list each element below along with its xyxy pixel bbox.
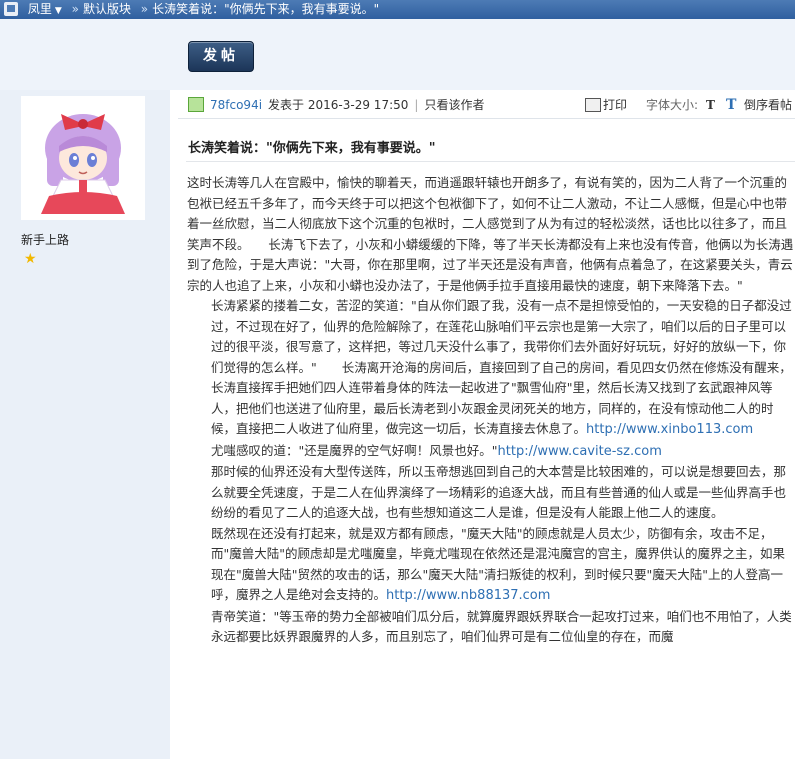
posted-prefix: 发表于 bbox=[268, 98, 305, 112]
post-timestamp: 2016-3-29 17:50 bbox=[307, 98, 409, 112]
link[interactable]: http://www.cavite-sz.com bbox=[498, 444, 662, 459]
user-menu[interactable]: 凤里 ▼ bbox=[22, 0, 62, 19]
star-icon: ★ bbox=[24, 251, 37, 267]
title-divider bbox=[186, 161, 795, 162]
author-link[interactable]: 78fco94i bbox=[210, 98, 262, 112]
breadcrumb-forum[interactable]: 默认版块 bbox=[83, 2, 131, 16]
link[interactable]: http://www.nb88137.com bbox=[386, 588, 550, 603]
header-band bbox=[0, 19, 795, 90]
avatar[interactable] bbox=[21, 96, 145, 220]
divider: | bbox=[414, 98, 419, 112]
printer-icon[interactable] bbox=[585, 98, 601, 112]
post-header: 78fco94i 发表于 2016-3-29 17:50 | 只看该作者 打印 字体大… bbox=[178, 92, 795, 119]
breadcrumb: 凤里 ▼ » 默认版块 » 长涛笑着说："你俩先下来，我有事要说。" bbox=[0, 0, 795, 19]
breadcrumb-thread[interactable]: 长涛笑着说："你俩先下来，我有事要说。" bbox=[152, 2, 379, 16]
only-author-link[interactable]: 只看该作者 bbox=[424, 98, 484, 112]
font-size-label: 字体大小: bbox=[646, 98, 699, 112]
avatar-image bbox=[21, 96, 145, 220]
online-user-icon bbox=[188, 97, 204, 112]
paragraph: 长涛紧紧的搂着二女，苦涩的笑道："自从你们跟了我，没有一点不是担惊受怕的，一天安… bbox=[187, 296, 795, 441]
paragraph: 既然现在还没有打起来，就是双方都有顾虑，"魔天大陆"的顾虑就是人员太少，防御有余… bbox=[187, 524, 795, 607]
new-post-button[interactable]: 发帖 bbox=[188, 41, 254, 72]
reverse-order-icon[interactable]: T bbox=[726, 92, 736, 118]
link[interactable]: http://www.xinbo113.com bbox=[586, 422, 753, 437]
print-link[interactable]: 打印 bbox=[603, 92, 627, 118]
user-rank: 新手上路 bbox=[21, 233, 70, 247]
paragraph-text: 尤嗤感叹的道："还是魔界的空气好啊！风景也好。" bbox=[211, 442, 498, 458]
post-body: 这时长涛等几人在宫殿中，愉快的聊着天，而逍遥跟轩辕也开朗多了，有说有笑的，因为二… bbox=[187, 173, 795, 759]
breadcrumb-separator: » bbox=[140, 2, 149, 16]
paragraph: 这时长涛等几人在宫殿中，愉快的聊着天，而逍遥跟轩辕也开朗多了，有说有笑的，因为二… bbox=[187, 175, 794, 293]
home-icon[interactable] bbox=[4, 2, 18, 16]
font-size-button[interactable]: T bbox=[706, 92, 715, 118]
post-title: 长涛笑着说："你俩先下来，我有事要说。" bbox=[188, 141, 436, 156]
paragraph: 那时候的仙界还没有大型传送阵，所以玉帝想逃回到自己的大本营是比较困难的，可以说是… bbox=[211, 464, 787, 520]
caret-down-icon: ▼ bbox=[54, 6, 62, 16]
paragraph: 青帝笑道："等玉帝的势力全部被咱们瓜分后，就算魔界跟妖界联合一起攻打过来，咱们也… bbox=[211, 608, 792, 645]
paragraph-text: 长涛紧紧的搂着二女，苦涩的笑道："自从你们跟了我，没有一点不是担惊受怕的，一天安… bbox=[211, 298, 792, 436]
breadcrumb-separator: » bbox=[71, 2, 79, 16]
paragraph: 尤嗤感叹的道："还是魔界的空气好啊！风景也好。"http://www.cavit… bbox=[187, 441, 795, 463]
reverse-order-link[interactable]: 倒序看帖 bbox=[744, 92, 792, 118]
user-menu-label: 凤里 bbox=[27, 2, 52, 16]
